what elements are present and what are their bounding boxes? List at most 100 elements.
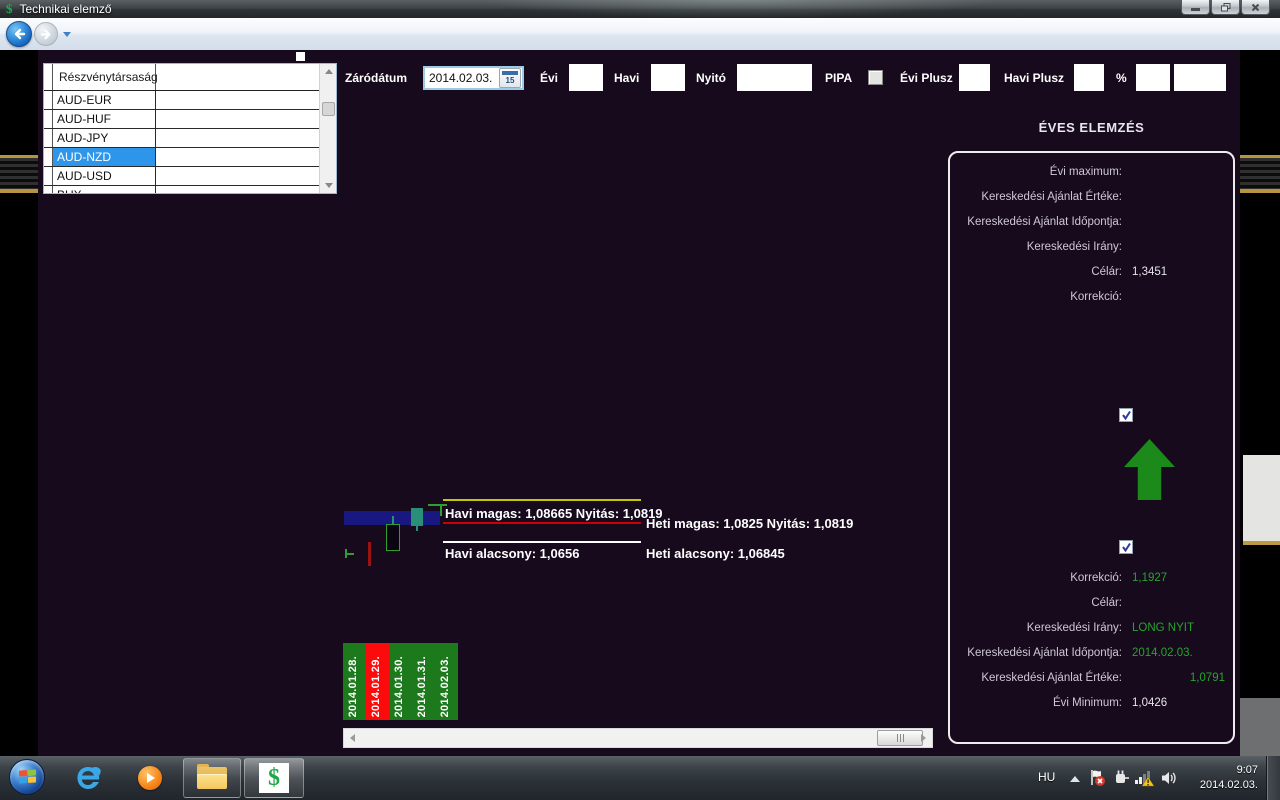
wallpaper-gray-patch: [1243, 455, 1280, 545]
stock-row[interactable]: AUD-HUF: [44, 110, 336, 129]
percent-input[interactable]: [1136, 64, 1170, 91]
direction-checkbox-top[interactable]: [1119, 408, 1133, 422]
open-input[interactable]: [737, 64, 812, 91]
chart-date-axis: 2014.01.28. 2014.01.29. 2014.01.30. 2014…: [343, 643, 458, 720]
close-button[interactable]: [1241, 0, 1270, 15]
monthly-plus-input[interactable]: [1074, 64, 1104, 91]
back-button[interactable]: [6, 21, 32, 47]
field-label: Korrekció:: [950, 572, 1122, 584]
stock-name[interactable]: AUD-EUR: [53, 91, 156, 109]
stock-row-selected[interactable]: AUD-NZD: [44, 148, 336, 167]
forward-button[interactable]: [34, 22, 58, 46]
checkmark-icon: [1121, 542, 1132, 553]
restore-icon: [1221, 3, 1231, 12]
monthly-label: Havi: [614, 71, 639, 85]
yearly-input[interactable]: [569, 64, 603, 91]
candle-small-green-tick: [345, 553, 354, 555]
stock-list-header-empty: [156, 64, 336, 90]
closing-date-label: Záródátum: [345, 71, 407, 85]
stock-name[interactable]: AUD-NZD: [53, 148, 156, 166]
chart-scrollbar[interactable]: [343, 728, 933, 748]
windows-logo-icon: [19, 769, 37, 785]
date-cell: 2014.01.29.: [366, 643, 389, 720]
extra-input[interactable]: [1174, 64, 1226, 91]
minimize-icon: [1191, 8, 1200, 11]
clock-time: 9:07: [1180, 763, 1258, 778]
network-signal-icon[interactable]: [1134, 769, 1156, 792]
internet-explorer-button[interactable]: [72, 762, 104, 794]
stock-list-header: Részvénytársaság: [53, 64, 156, 90]
yearly-label: Évi: [540, 71, 558, 85]
volume-icon[interactable]: [1160, 769, 1178, 792]
stock-row[interactable]: AUD-EUR: [44, 91, 336, 110]
annual-top-fields: Évi maximum: Kereskedési Ajánlat Értéke:…: [950, 159, 1233, 309]
pipa-label: PIPA: [825, 71, 852, 85]
monthly-open-line: [443, 522, 641, 524]
field-label: Évi maximum:: [950, 166, 1122, 178]
candle-green-outline: [386, 524, 400, 551]
desktop-edge-right: [1240, 50, 1280, 756]
annual-analysis-panel: Évi maximum: Kereskedési Ajánlat Értéke:…: [948, 151, 1235, 744]
desktop-edge-left: [0, 50, 38, 756]
field-value: 1,0426: [1132, 697, 1167, 709]
taskbar: $ HU: [0, 756, 1280, 800]
technikai-elemzo-button[interactable]: $: [244, 758, 304, 798]
monthly-high-line: [443, 499, 641, 501]
screen: $ Technikai elemző: [0, 0, 1280, 800]
field-label: Célár:: [950, 266, 1122, 278]
scroll-right-icon[interactable]: [915, 729, 932, 747]
show-hidden-icons[interactable]: [1070, 776, 1080, 782]
row-header-gutter: [44, 64, 53, 90]
power-plug-icon[interactable]: [1112, 769, 1130, 792]
media-player-button[interactable]: [134, 762, 166, 794]
candle-green-line-v: [440, 504, 442, 516]
stock-row[interactable]: AUD-JPY: [44, 129, 336, 148]
closing-date-picker[interactable]: 15: [423, 66, 524, 90]
yearly-plus-input[interactable]: [959, 64, 990, 91]
nav-dropdown-icon[interactable]: [63, 32, 71, 37]
field-label: Kereskedési Irány:: [950, 241, 1122, 253]
scroll-up-icon[interactable]: [320, 64, 337, 79]
restore-button[interactable]: [1211, 0, 1240, 15]
stock-name[interactable]: AUD-JPY: [53, 129, 156, 147]
field-label: Kereskedési Irány:: [950, 622, 1122, 634]
checkmark-icon: [1121, 410, 1132, 421]
date-cell: 2014.02.03.: [435, 643, 458, 720]
trend-up-arrow: [1124, 439, 1175, 500]
open-label: Nyitó: [696, 71, 726, 85]
show-desktop-button[interactable]: [1266, 756, 1280, 800]
calendar-icon[interactable]: 15: [499, 68, 521, 88]
direction-checkbox-bottom[interactable]: [1119, 540, 1133, 554]
annual-panel-title: ÉVES ELEMZÉS: [948, 120, 1235, 135]
monthly-high-label: Havi magas: 1,08665 Nyitás: 1,0819: [445, 506, 663, 521]
stock-list-panel: Részvénytársaság AUD-EUR AUD-HUF AUD-JPY: [43, 63, 337, 194]
scrollbar-thumb[interactable]: [322, 102, 335, 116]
stock-row[interactable]: AUD-USD: [44, 167, 336, 186]
monthly-input[interactable]: [651, 64, 685, 91]
app-dollar-icon: $: [6, 1, 13, 17]
stock-name[interactable]: AUD-USD: [53, 167, 156, 185]
start-button[interactable]: [9, 759, 45, 795]
field-value: 2014.02.03.: [1132, 647, 1193, 659]
stock-row[interactable]: BUX: [44, 186, 336, 194]
internet-explorer-icon: [73, 763, 103, 793]
stock-list-header-row: Részvénytársaság: [44, 64, 336, 91]
pipa-checkbox[interactable]: [868, 70, 883, 85]
field-label: Kereskedési Ajánlat Értéke:: [950, 191, 1122, 203]
scroll-down-icon[interactable]: [320, 178, 337, 193]
stock-name[interactable]: BUX: [53, 186, 156, 194]
stock-name[interactable]: AUD-HUF: [53, 110, 156, 128]
field-label: Évi Minimum:: [950, 697, 1122, 709]
language-indicator[interactable]: HU: [1038, 770, 1055, 784]
closing-date-input[interactable]: [425, 71, 499, 85]
clock[interactable]: 9:07 2014.02.03.: [1180, 763, 1258, 793]
minimize-button[interactable]: [1181, 0, 1210, 15]
scroll-left-icon[interactable]: [344, 729, 361, 747]
field-value: LONG NYIT: [1132, 622, 1194, 634]
explorer-button[interactable]: [183, 758, 241, 798]
action-center-flag-icon[interactable]: [1088, 769, 1106, 792]
window-titlebar: $ Technikai elemző: [0, 0, 1280, 18]
stock-list-scrollbar[interactable]: [319, 64, 336, 193]
wallpaper-gold-band: [0, 155, 38, 193]
nav-toolbar: [0, 18, 1280, 50]
